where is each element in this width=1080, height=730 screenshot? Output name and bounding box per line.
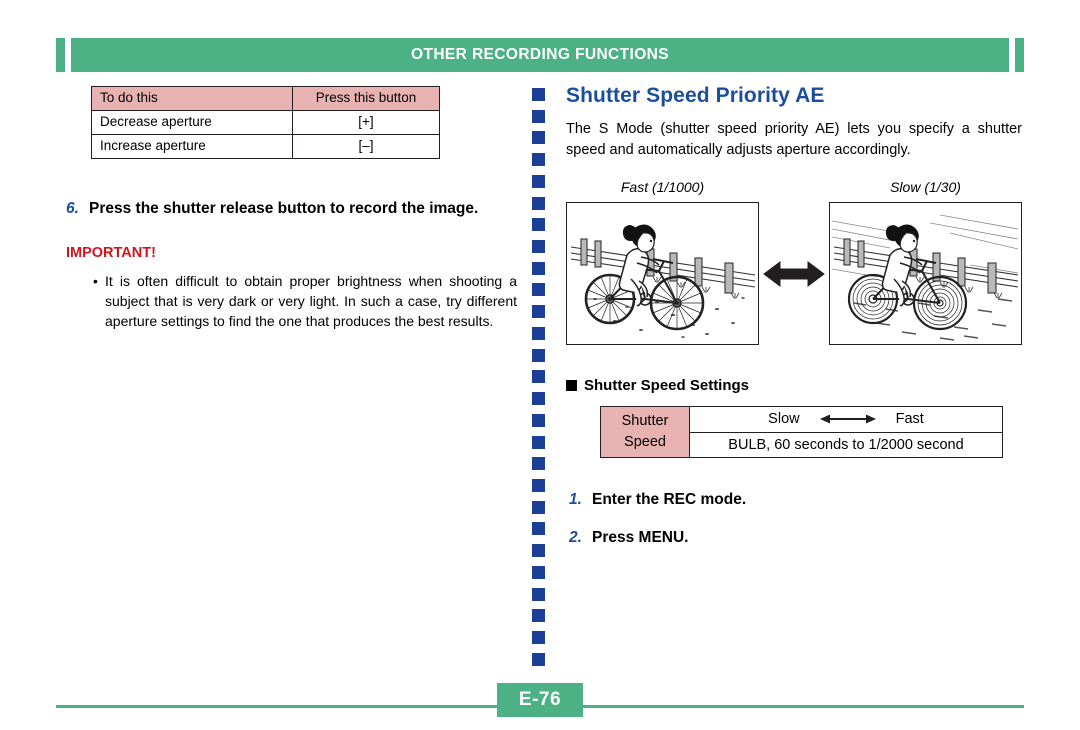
procedure-steps: 1. Enter the REC mode. 2. Press MENU. — [569, 490, 1024, 548]
divider-dot — [532, 587, 545, 601]
aperture-table: To do this Press this button Decrease ap… — [91, 86, 440, 159]
right-column: Shutter Speed Priority AE The S Mode (sh… — [566, 84, 1024, 565]
header-title: OTHER RECORDING FUNCTIONS — [411, 46, 669, 63]
page-number-box: E-76 — [497, 683, 583, 717]
divider-dot — [532, 565, 545, 579]
divider-dot — [532, 609, 545, 623]
divider-dot — [532, 630, 545, 644]
figure-fast: Fast (1/1000) — [566, 179, 759, 346]
aperture-row-0-button: [+] — [292, 109, 440, 135]
divider-dot — [532, 348, 545, 362]
scale-slow-label: Slow — [768, 411, 800, 428]
column-divider-dotted — [532, 88, 545, 666]
step-number: 2. — [569, 528, 582, 546]
divider-dot — [532, 196, 545, 210]
divider-dot — [532, 457, 545, 471]
page-header-banner: OTHER RECORDING FUNCTIONS — [56, 38, 1024, 72]
figure-fast-image — [566, 202, 759, 346]
step-text: Press MENU. — [592, 528, 689, 546]
square-bullet-icon — [566, 380, 577, 392]
step-text: Enter the REC mode. — [592, 491, 747, 509]
figure-comparison-row: Fast (1/1000) Slow (1/30) — [566, 179, 1022, 351]
figure-slow-caption: Slow (1/30) — [890, 179, 961, 196]
aperture-row-0-action: Decrease aperture — [91, 109, 293, 135]
aperture-table-header-button: Press this button — [292, 86, 440, 111]
aperture-table-header-todothis: To do this — [91, 86, 293, 111]
shutter-speed-label-line2: Speed — [624, 434, 666, 451]
step-number: 6. — [66, 199, 79, 217]
figure-slow: Slow (1/30) — [829, 179, 1022, 346]
shutter-speed-label-line1: Shutter — [621, 413, 669, 430]
divider-dot — [532, 652, 545, 666]
divider-dot — [532, 305, 545, 319]
shutter-speed-scale-cell: Slow Fast — [689, 406, 1003, 433]
header-cap-left — [56, 38, 65, 72]
table-header-row: To do this Press this button — [91, 86, 440, 111]
divider-dot — [532, 544, 545, 558]
figure-slow-image — [829, 202, 1022, 346]
shutter-speed-label-cell: Shutter Speed — [600, 406, 690, 459]
left-right-arrow-icon — [818, 412, 878, 426]
divider-dot — [532, 283, 545, 297]
divider-dot — [532, 500, 545, 514]
instruction-step-6: 6. Press the shutter release button to r… — [66, 199, 521, 220]
step-number: 1. — [569, 491, 582, 509]
important-label: IMPORTANT! — [66, 245, 156, 262]
instruction-step-1: 1. Enter the REC mode. — [569, 490, 1024, 511]
divider-dot — [532, 131, 545, 145]
shutter-speed-settings-subheading: Shutter Speed Settings — [566, 377, 1024, 394]
cyclist-sharp-illustration — [567, 203, 758, 345]
sub-head-label: Shutter Speed Settings — [584, 377, 750, 395]
aperture-row-1-action: Increase aperture — [91, 133, 293, 159]
aperture-row-1-button: [–] — [292, 133, 440, 159]
double-arrow-icon — [762, 257, 826, 291]
scale-fast-label: Fast — [895, 411, 924, 428]
divider-dot — [532, 261, 545, 275]
divider-dot — [532, 392, 545, 406]
section-intro-paragraph: The S Mode (shutter speed priority AE) l… — [566, 121, 1022, 158]
divider-dot — [532, 174, 545, 188]
header-cap-right — [1015, 38, 1024, 72]
table-row: Shutter Speed Slow Fast — [600, 406, 1003, 459]
divider-dot — [532, 326, 545, 340]
table-row: Increase aperture [–] — [91, 133, 440, 159]
divider-dot — [532, 240, 545, 254]
shutter-speed-table: Shutter Speed Slow Fast BULB, 60 seconds… — [600, 406, 1003, 459]
divider-dot — [532, 88, 545, 101]
divider-dot — [532, 478, 545, 492]
divider-dot — [532, 153, 545, 167]
shutter-speed-range-cell: BULB, 60 seconds to 1/2000 second — [689, 431, 1003, 459]
divider-dot — [532, 370, 545, 384]
instruction-step-2: 2. Press MENU. — [569, 528, 1024, 549]
left-column: To do this Press this button Decrease ap… — [62, 86, 517, 332]
page-footer: E-76 — [0, 678, 1080, 722]
bullet-marker: • — [93, 273, 98, 290]
header-bar: OTHER RECORDING FUNCTIONS — [71, 38, 1009, 72]
important-bullet-item: • It is often difficult to obtain proper… — [93, 272, 517, 332]
bullet-text: It is often difficult to obtain proper b… — [105, 273, 517, 329]
divider-dot — [532, 435, 545, 449]
cyclist-motion-blur-illustration — [830, 203, 1021, 345]
table-row: Decrease aperture [+] — [91, 109, 440, 135]
divider-dot — [532, 109, 545, 123]
section-title: Shutter Speed Priority AE — [566, 84, 825, 107]
divider-dot — [532, 413, 545, 427]
divider-dot — [532, 218, 545, 232]
divider-dot — [532, 522, 545, 536]
step-text: Press the shutter release button to reco… — [89, 199, 479, 217]
page-number: E-76 — [518, 689, 562, 710]
figure-fast-caption: Fast (1/1000) — [620, 179, 705, 196]
